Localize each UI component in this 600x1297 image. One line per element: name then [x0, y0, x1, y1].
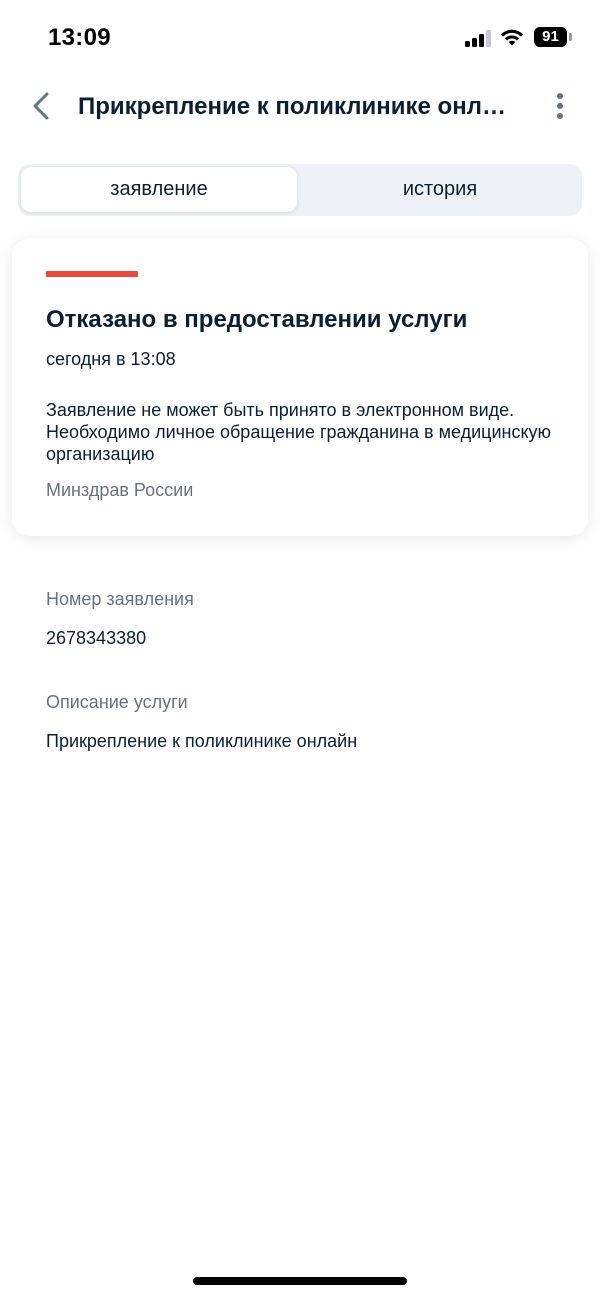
tab-history[interactable]: история — [302, 167, 578, 212]
battery-icon: 91 — [534, 27, 572, 47]
more-menu-button[interactable] — [546, 88, 574, 124]
more-vertical-icon — [557, 93, 563, 99]
status-title: Отказано в предоставлении услуги — [46, 306, 468, 333]
status-date: сегодня в 13:08 — [46, 349, 176, 369]
status-message: Заявление не может быть принято в электр… — [46, 400, 552, 464]
signal-icon — [465, 29, 491, 47]
segmented-tabs: заявление история — [18, 164, 582, 216]
status-indicator-stripe — [46, 271, 138, 277]
service-description-label: Описание услуги — [46, 692, 188, 712]
tab-application[interactable]: заявление — [21, 167, 297, 212]
app-header: Прикрепление к поликлинике онлайн — [0, 76, 600, 136]
application-number-label: Номер заявления — [46, 589, 194, 609]
chevron-left-icon — [33, 92, 49, 120]
page-title: Прикрепление к поликлинике онлайн — [78, 93, 518, 120]
status-time: 13:09 — [48, 24, 111, 51]
battery-level: 91 — [542, 28, 559, 45]
status-card: Отказано в предоставлении услуги сегодня… — [12, 238, 588, 536]
status-bar: 13:09 91 — [0, 0, 600, 76]
status-organization: Минздрав России — [46, 480, 194, 500]
service-description-value: Прикрепление к поликлинике онлайн — [46, 731, 358, 751]
back-button[interactable] — [22, 86, 62, 126]
home-indicator[interactable] — [193, 1277, 407, 1285]
wifi-icon — [500, 29, 524, 46]
application-number-value: 2678343380 — [46, 628, 147, 648]
